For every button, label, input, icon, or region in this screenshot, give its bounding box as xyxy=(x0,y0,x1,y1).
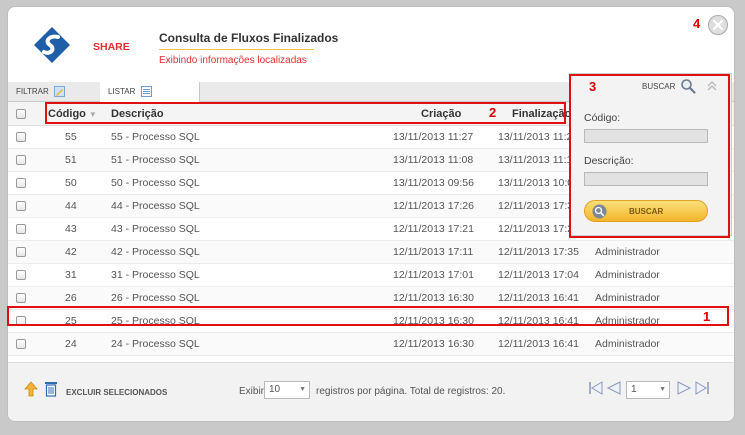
table-row[interactable]: 42 42 - Processo SQL 12/11/2013 17:11 12… xyxy=(8,241,734,264)
tab-filter[interactable]: FILTRAR xyxy=(8,82,100,102)
table-row[interactable]: 24 24 - Processo SQL 12/11/2013 16:30 12… xyxy=(8,333,734,356)
delete-selected-button[interactable]: EXCLUIR SELECIONADOS xyxy=(66,388,167,397)
table-row[interactable]: 31 31 - Processo SQL 12/11/2013 17:01 12… xyxy=(8,264,734,287)
share-logo-icon xyxy=(34,27,70,63)
select-all-checkbox[interactable] xyxy=(16,109,26,119)
list-icon xyxy=(140,86,152,98)
chevron-down-icon: ▼ xyxy=(659,386,666,393)
page-size-select[interactable]: 10 ▼ xyxy=(264,381,310,399)
records-info: registros por página. Total de registros… xyxy=(316,386,506,397)
annotation-box-3 xyxy=(569,74,730,238)
title-divider xyxy=(159,49,314,50)
table-footer: EXCLUIR SELECIONADOS Exibir 10 ▼ registr… xyxy=(8,362,734,421)
first-page-icon[interactable] xyxy=(588,380,604,396)
arrow-up-icon[interactable] xyxy=(24,381,38,397)
annotation-box-1 xyxy=(7,306,729,326)
tab-list[interactable]: LISTAR xyxy=(100,82,200,102)
row-checkbox[interactable] xyxy=(16,155,26,165)
row-checkbox[interactable] xyxy=(16,247,26,257)
row-checkbox[interactable] xyxy=(16,293,26,303)
annotation-3: 3 xyxy=(589,79,597,94)
page-title: Consulta de Fluxos Finalizados xyxy=(159,31,339,45)
show-label: Exibir xyxy=(239,386,265,397)
chevron-down-icon: ▼ xyxy=(299,386,306,393)
next-page-icon[interactable] xyxy=(676,380,692,396)
trash-icon[interactable] xyxy=(44,380,58,397)
annotation-2: 2 xyxy=(489,105,497,120)
row-checkbox[interactable] xyxy=(16,132,26,142)
row-checkbox[interactable] xyxy=(16,178,26,188)
annotation-1: 1 xyxy=(703,309,711,324)
tab-list-label: LISTAR xyxy=(108,87,136,96)
previous-page-icon[interactable] xyxy=(606,380,622,396)
annotation-box-2 xyxy=(45,102,566,124)
page-select[interactable]: 1 ▼ xyxy=(626,381,670,399)
close-button[interactable] xyxy=(708,15,728,35)
filter-icon xyxy=(53,86,65,98)
brand-name: SHARE xyxy=(93,41,130,53)
last-page-icon[interactable] xyxy=(694,380,710,396)
row-checkbox[interactable] xyxy=(16,339,26,349)
page-subtitle: Exibindo informações localizadas xyxy=(159,55,307,66)
row-checkbox[interactable] xyxy=(16,270,26,280)
dialog-header: SHARE Consulta de Fluxos Finalizados Exi… xyxy=(8,7,734,82)
close-icon xyxy=(712,19,724,31)
tab-filter-label: FILTRAR xyxy=(16,87,49,96)
row-checkbox[interactable] xyxy=(16,201,26,211)
row-checkbox[interactable] xyxy=(16,224,26,234)
annotation-4: 4 xyxy=(693,16,701,31)
